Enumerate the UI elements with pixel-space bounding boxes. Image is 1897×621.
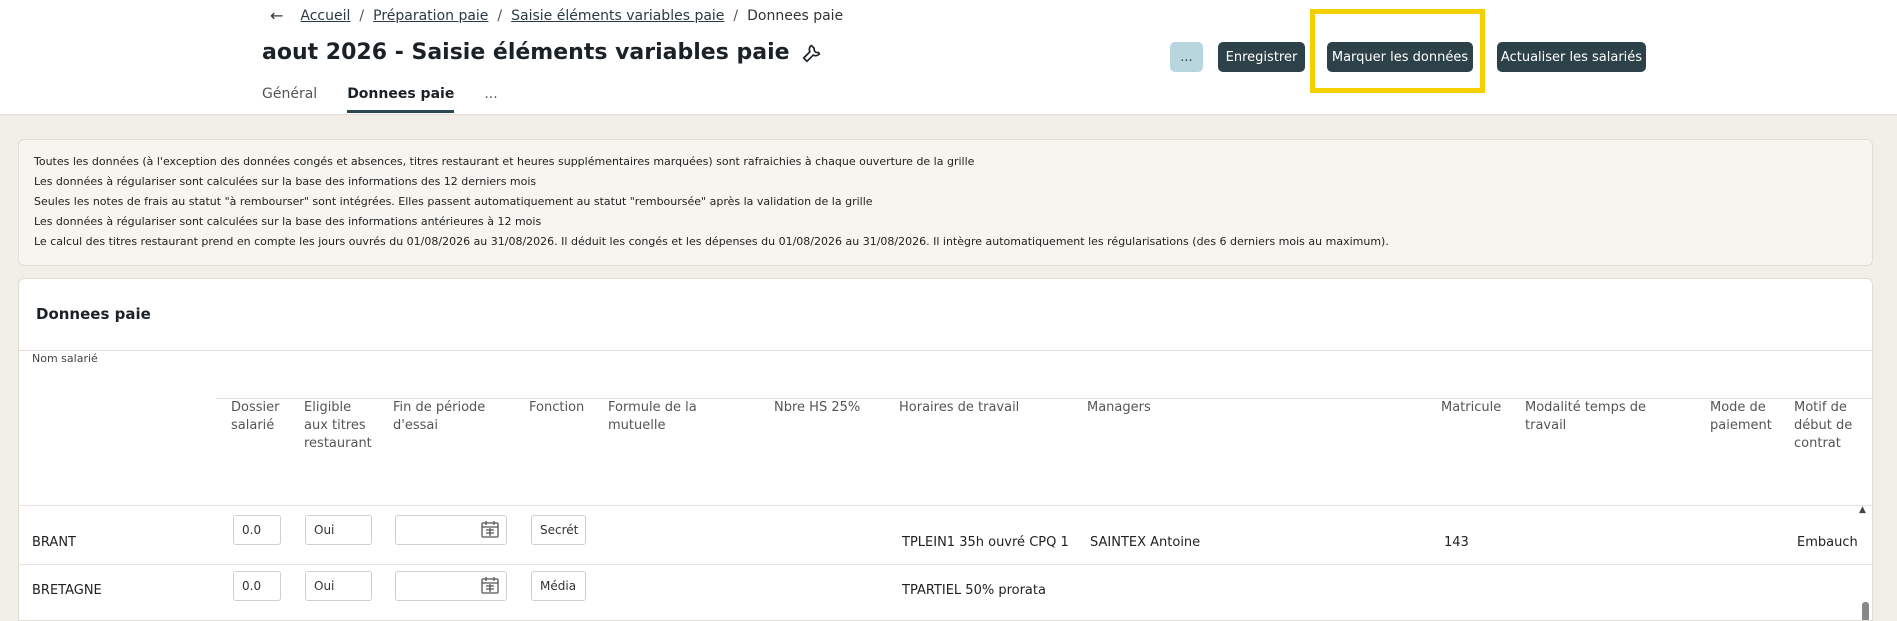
refresh-employees-button[interactable]: Actualiser les salariés: [1497, 42, 1646, 72]
column-header-matricule[interactable]: Matricule: [1441, 399, 1521, 417]
column-header-mode-paiement[interactable]: Mode de paiement: [1710, 399, 1780, 435]
breadcrumb-accueil[interactable]: Accueil: [300, 8, 350, 24]
tab-bar: Général Donnees paie ...: [262, 86, 498, 113]
dossier-input[interactable]: 0.0: [233, 515, 281, 545]
breadcrumb-saisie-elements[interactable]: Saisie éléments variables paie: [511, 8, 724, 24]
employee-name: BRETAGNE: [32, 583, 102, 598]
column-header-fonction[interactable]: Fonction: [529, 399, 599, 417]
column-header-eligible[interactable]: Eligible aux titres restaurant: [304, 399, 379, 453]
breadcrumb-current: Donnees paie: [747, 7, 844, 24]
info-line: Seules les notes de frais au statut "à r…: [34, 195, 873, 208]
tab-donnees-paie[interactable]: Donnees paie: [347, 86, 455, 113]
info-box: Toutes les données (à l'exception des do…: [18, 139, 1873, 266]
more-actions-button[interactable]: ...: [1170, 42, 1203, 72]
matricule-value: 143: [1444, 535, 1469, 550]
scroll-up-arrow-icon[interactable]: ▲: [1859, 505, 1866, 515]
column-header-motif[interactable]: Motif de début de contrat: [1794, 399, 1854, 453]
payroll-grid-panel: Donnees paie Nom salarié Dossier salarié…: [18, 278, 1873, 621]
name-column-header: Nom salarié: [32, 352, 98, 365]
breadcrumb-preparation-paie[interactable]: Préparation paie: [373, 8, 488, 24]
back-arrow-icon[interactable]: ←: [270, 6, 283, 25]
column-header-mutuelle[interactable]: Formule de la mutuelle: [608, 399, 728, 435]
breadcrumb: ← Accueil / Préparation paie / Saisie él…: [270, 6, 843, 25]
row-divider: [19, 564, 1872, 565]
save-button[interactable]: Enregistrer: [1218, 42, 1305, 72]
managers-value: SAINTEX Antoine: [1090, 535, 1201, 550]
calendar-icon[interactable]: [480, 575, 500, 598]
divider: [19, 350, 1872, 351]
breadcrumb-separator: /: [733, 7, 739, 24]
employee-name: BRANT: [32, 535, 76, 550]
fonction-select[interactable]: Secrét: [531, 515, 586, 545]
info-line: Les données à régulariser sont calculées…: [34, 215, 542, 228]
fin-essai-date-input[interactable]: [395, 515, 507, 545]
page-header: ← Accueil / Préparation paie / Saisie él…: [0, 0, 1897, 115]
info-line: Le calcul des titres restaurant prend en…: [34, 235, 1389, 248]
page-title-row: aout 2026 - Saisie éléments variables pa…: [262, 40, 822, 65]
calendar-icon[interactable]: [480, 519, 500, 542]
eligible-select[interactable]: Oui: [305, 571, 372, 601]
grid-title: Donnees paie: [36, 305, 151, 323]
info-line: Toutes les données (à l'exception des do…: [34, 155, 975, 168]
row-divider: [19, 505, 1872, 506]
column-header-modalite[interactable]: Modalité temps de travail: [1525, 399, 1665, 435]
column-header-dossier[interactable]: Dossier salarié: [231, 399, 291, 435]
column-header-hs25[interactable]: Nbre HS 25%: [774, 399, 874, 417]
tab-general[interactable]: Général: [262, 86, 317, 113]
column-header-managers[interactable]: Managers: [1087, 399, 1207, 417]
column-header-fin-essai[interactable]: Fin de période d'essai: [393, 399, 508, 435]
horaires-value: TPLEIN1 35h ouvré CPQ 1: [902, 535, 1069, 550]
motif-value: Embauche: [1797, 535, 1857, 550]
breadcrumb-separator: /: [497, 7, 503, 24]
tab-more[interactable]: ...: [484, 86, 497, 113]
horaires-value: TPARTIEL 50% prorata: [902, 583, 1046, 598]
vertical-scrollbar[interactable]: [1862, 602, 1869, 620]
dossier-input[interactable]: 0.0: [233, 571, 281, 601]
column-header-horaires[interactable]: Horaires de travail: [899, 399, 1069, 417]
page-title: aout 2026 - Saisie éléments variables pa…: [262, 40, 790, 65]
eligible-select[interactable]: Oui: [305, 515, 372, 545]
breadcrumb-separator: /: [359, 7, 365, 24]
highlight-box: [1310, 9, 1485, 93]
fin-essai-date-input[interactable]: [395, 571, 507, 601]
info-line: Les données à régulariser sont calculées…: [34, 175, 537, 188]
wrench-icon[interactable]: [802, 43, 822, 63]
fonction-select[interactable]: Média: [531, 571, 586, 601]
